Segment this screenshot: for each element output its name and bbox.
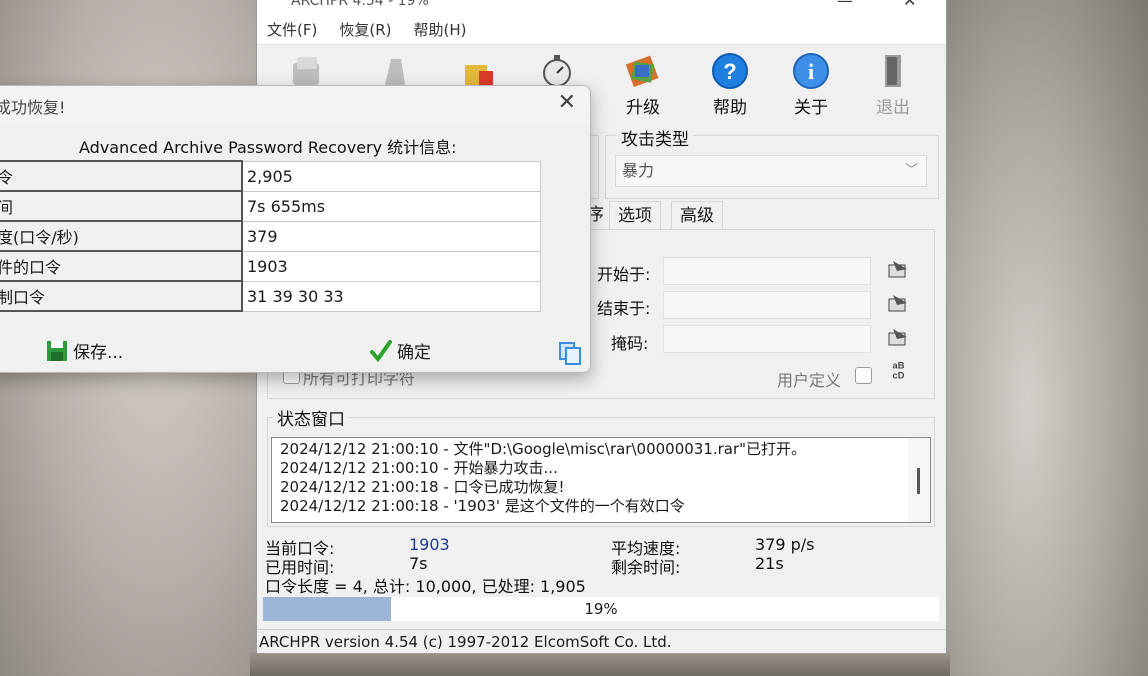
about-label: 关于	[794, 98, 828, 118]
info-icon: i	[793, 53, 829, 89]
help-label: 帮助	[713, 98, 747, 118]
svg-text:aB: aB	[893, 360, 905, 370]
tab-options[interactable]: 选项	[609, 201, 661, 229]
password-summary: 口令长度 = 4, 总计: 10,000, 已处理: 1,905	[265, 577, 586, 596]
wallpaper-right	[946, 0, 1148, 676]
table-row: 度(口令/秒) 379	[0, 220, 541, 252]
status-bar: ARCHPR version 4.54 (c) 1997-2012 ElcomS…	[257, 629, 946, 655]
stat-key: 间	[0, 190, 243, 222]
scrollbar-thumb[interactable]	[917, 468, 920, 494]
start-from-input[interactable]	[663, 257, 871, 285]
dialog-close-icon[interactable]: ✕	[558, 90, 576, 115]
ok-label: 确定	[397, 343, 431, 363]
svg-text:i: i	[808, 59, 814, 84]
dialog-titlebar[interactable]: 成功恢复! ✕	[0, 86, 590, 124]
attack-type-select[interactable]: 暴力 ﹀	[615, 155, 927, 187]
log-line: 2024/12/12 21:00:18 - 口令已成功恢复!	[280, 478, 565, 496]
mask-label: 掩码:	[611, 334, 649, 353]
help-icon: ?	[712, 53, 748, 89]
dialog-heading: Advanced Archive Password Recovery 统计信息:	[79, 138, 457, 157]
save-disk-icon	[47, 340, 67, 361]
upgrade-label: 升级	[626, 98, 660, 118]
help-button[interactable]: ? 帮助	[700, 51, 760, 118]
save-label: 保存...	[73, 343, 124, 363]
window-titlebar[interactable]: ARCHPR 4.54 - 19% — ✕	[257, 0, 946, 15]
stats-table: 令 2,905 间 7s 655ms 度(口令/秒) 379 件的口令 1903…	[0, 160, 541, 312]
stat-key: 度(口令/秒)	[0, 220, 243, 252]
save-button[interactable]: 保存...	[45, 338, 123, 363]
elapsed-time-value: 7s	[409, 554, 428, 573]
remaining-time-label: 剩余时间:	[611, 558, 681, 577]
exit-button[interactable]: 退出	[863, 51, 923, 118]
attack-type-label: 攻击类型	[617, 125, 693, 150]
ok-button[interactable]: 确定	[369, 338, 431, 363]
log-scrollbar[interactable]	[908, 438, 930, 522]
stat-key: 令	[0, 160, 243, 192]
minimize-icon[interactable]: —	[837, 0, 853, 10]
menu-recover[interactable]: 恢复(R)	[339, 19, 391, 40]
upgrade-icon	[625, 55, 659, 88]
average-speed-value: 379 p/s	[755, 535, 815, 554]
copy-password-icon[interactable]	[557, 340, 583, 366]
menu-help[interactable]: 帮助(H)	[413, 19, 466, 40]
menu-bar: 文件(F) 恢复(R) 帮助(H)	[257, 15, 946, 45]
user-defined-checkbox[interactable]	[855, 367, 872, 384]
svg-text:cD: cD	[893, 370, 905, 380]
close-icon[interactable]: ✕	[903, 0, 916, 10]
window-title: ARCHPR 4.54 - 19%	[291, 0, 429, 9]
chevron-down-icon: ﹀	[904, 163, 918, 178]
stat-value: 379	[241, 220, 541, 252]
table-row: 间 7s 655ms	[0, 190, 541, 222]
attack-type-value: 暴力	[622, 161, 655, 180]
exit-label: 退出	[876, 98, 910, 118]
stat-key: 制口令	[0, 280, 243, 312]
dialog-title: 成功恢复!	[0, 98, 66, 117]
pick-mask-icon[interactable]	[887, 327, 911, 349]
stat-value: 1903	[241, 250, 541, 282]
svg-text:?: ?	[723, 59, 736, 84]
log-line: 2024/12/12 21:00:10 - 开始暴力攻击...	[280, 459, 558, 477]
progress-bar: 19%	[263, 597, 939, 621]
pick-end-icon[interactable]	[887, 293, 911, 315]
pick-start-icon[interactable]	[887, 259, 911, 281]
stat-key: 件的口令	[0, 250, 243, 282]
stat-value: 31 39 30 33	[241, 280, 541, 312]
progress-text: 19%	[584, 600, 618, 618]
about-button[interactable]: i 关于	[781, 51, 841, 118]
checkmark-icon	[370, 339, 392, 362]
log-line: 2024/12/12 21:00:18 - '1903' 是这个文件的一个有效口…	[280, 497, 685, 515]
table-row: 制口令 31 39 30 33	[0, 280, 541, 312]
status-log[interactable]: 2024/12/12 21:00:10 - 文件"D:\Google\misc\…	[271, 437, 931, 523]
upgrade-button[interactable]: 升级	[613, 51, 673, 118]
tab-advanced[interactable]: 高级	[671, 201, 723, 229]
mask-input[interactable]	[663, 325, 871, 353]
end-at-label: 结束于:	[597, 299, 651, 318]
copy-hex-icon[interactable]	[557, 372, 583, 373]
current-password-value: 1903	[409, 535, 450, 554]
abc-charset-icon[interactable]: aB cD	[889, 359, 913, 381]
remaining-time-value: 21s	[755, 554, 784, 573]
table-row: 件的口令 1903	[0, 250, 541, 282]
end-at-input[interactable]	[663, 291, 871, 319]
table-row: 令 2,905	[0, 160, 541, 192]
recovery-success-dialog: 成功恢复! ✕ Advanced Archive Password Recove…	[0, 85, 591, 373]
menu-file[interactable]: 文件(F)	[267, 19, 317, 40]
start-from-label: 开始于:	[597, 265, 651, 284]
user-defined-label: 用户定义	[777, 371, 842, 390]
stat-value: 7s 655ms	[241, 190, 541, 222]
exit-door-icon	[885, 55, 901, 87]
log-line: 2024/12/12 21:00:10 - 文件"D:\Google\misc\…	[280, 440, 807, 458]
status-window-label: 状态窗口	[273, 405, 349, 430]
wallpaper-bottom	[250, 652, 950, 676]
stat-value: 2,905	[241, 160, 541, 192]
dialog-body: Advanced Archive Password Recovery 统计信息:…	[0, 124, 590, 373]
